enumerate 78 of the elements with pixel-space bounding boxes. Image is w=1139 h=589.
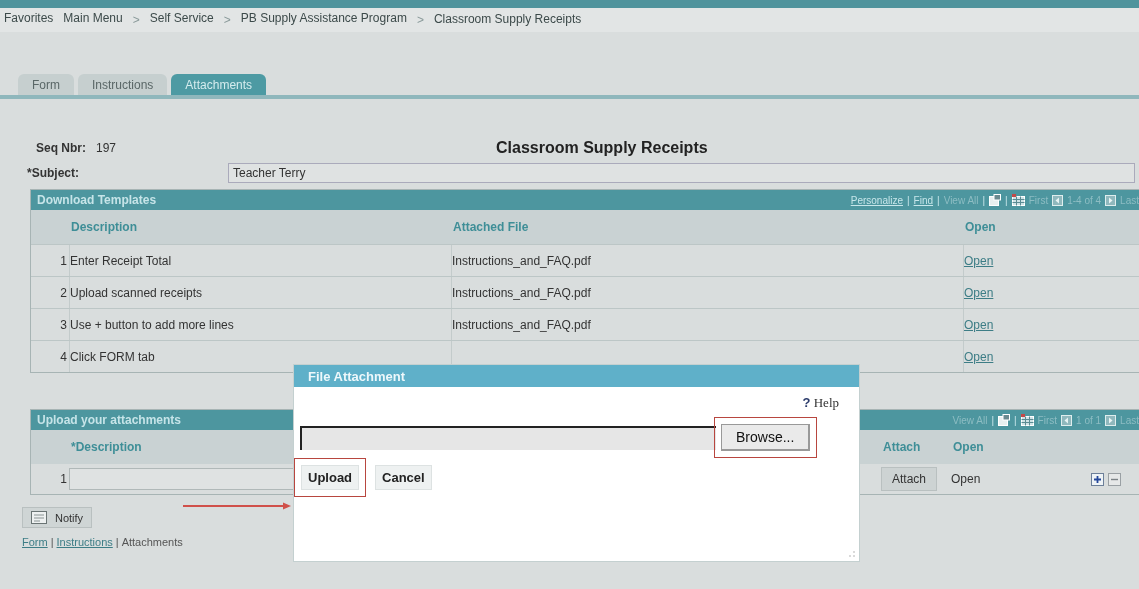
open-link[interactable]: Open [964, 253, 994, 268]
table-cell: Click FORM tab [70, 349, 155, 364]
next-icon[interactable] [1105, 194, 1117, 206]
column-header: Attach [883, 440, 921, 454]
breadcrumb-separator: > [416, 13, 424, 27]
footer-link[interactable]: Attachments [121, 536, 183, 548]
zoom-icon[interactable] [989, 194, 1002, 206]
upload-button[interactable]: Upload [301, 465, 360, 490]
file-path-field[interactable] [300, 425, 716, 450]
next-icon[interactable] [1105, 414, 1117, 426]
column-header: *Description [71, 440, 142, 454]
breadcrumb-menu[interactable]: PB Supply Assistance Program [240, 11, 407, 29]
grid-nav-text: Last [1120, 194, 1139, 206]
row-number: 4 [60, 349, 67, 364]
dialog-title-bar: File Attachment [294, 365, 859, 387]
add-row-icon[interactable] [1091, 472, 1104, 486]
nav-separator: | [937, 194, 940, 206]
breadcrumb-separator: > [223, 13, 231, 27]
resize-grip-icon[interactable] [848, 550, 856, 558]
grid-nav-text: Last [1120, 414, 1139, 426]
breadcrumb-separator: > [132, 13, 140, 27]
grid-nav-text: First [1028, 194, 1049, 206]
tab[interactable]: Instructions [78, 74, 168, 95]
previous-icon[interactable] [1061, 414, 1073, 426]
footer-link[interactable]: Instructions [56, 536, 113, 548]
breadcrumb-menu[interactable]: Main Menu [63, 11, 123, 29]
table-cell: Upload scanned receipts [70, 285, 203, 300]
grid-nav-text: First [1037, 414, 1058, 426]
row-number: 1 [60, 472, 67, 486]
column-header: Description [71, 220, 137, 234]
help-link[interactable]: ? Help [802, 395, 839, 411]
grid-nav-text: View All [952, 414, 988, 426]
nav-separator: | [991, 414, 994, 426]
envelope-icon[interactable] [31, 511, 47, 524]
breadcrumb-menu[interactable]: Favorites [4, 11, 54, 29]
notify-button[interactable]: Notify [22, 507, 93, 528]
spreadsheet-icon[interactable] [1011, 194, 1025, 206]
nav-separator: | [982, 194, 986, 206]
table-cell: Open [951, 472, 981, 486]
grid-nav-text: 1 of 1 [1076, 414, 1102, 426]
footer-link[interactable]: Form [22, 536, 48, 548]
nav-separator: | [1014, 414, 1017, 426]
breadcrumb-menu[interactable]: Self Service [149, 11, 214, 29]
zoom-icon[interactable] [998, 414, 1010, 426]
column-header: Open [965, 220, 996, 234]
row-number: 3 [60, 317, 67, 332]
page-title: Classroom Supply Receipts [496, 139, 708, 157]
nav-separator: | [1005, 194, 1008, 206]
tab[interactable]: Form [18, 74, 74, 95]
field-label: *Subject: [27, 166, 80, 180]
breadcrumb-item[interactable]: Classroom Supply Receipts [433, 12, 582, 28]
table-cell: Instructions_and_FAQ.pdf [452, 285, 591, 300]
column-header: Open [953, 440, 984, 454]
row-number: 2 [60, 285, 67, 300]
table-cell: Use + button to add more lines [70, 317, 234, 332]
spreadsheet-icon[interactable] [1020, 414, 1034, 426]
row-number: 1 [60, 253, 67, 268]
column-header: Attached File [453, 220, 529, 234]
attach-button[interactable]: Attach [881, 467, 938, 491]
open-link[interactable]: Open [964, 349, 994, 364]
field-value: 197 [96, 141, 118, 155]
table-cell: Instructions_and_FAQ.pdf [452, 253, 591, 268]
open-link[interactable]: Open [964, 317, 994, 332]
grid-nav-text: 1-4 of 4 [1067, 194, 1102, 206]
grid-title: Upload your attachments [37, 413, 182, 427]
cancel-button[interactable]: Cancel [375, 465, 432, 490]
browse-button[interactable]: Browse... [721, 424, 811, 451]
field-label: Seq Nbr: [36, 141, 87, 155]
nav-separator: | [907, 194, 910, 206]
table-cell: Enter Receipt Total [70, 253, 172, 268]
footer-separator: | [50, 536, 54, 548]
previous-icon[interactable] [1052, 194, 1064, 206]
open-link[interactable]: Open [964, 285, 994, 300]
table-cell: Instructions_and_FAQ.pdf [452, 317, 591, 332]
grid-nav-text: View All [943, 194, 979, 206]
subject-field[interactable]: Teacher Terry [228, 163, 1135, 183]
grid-title: Download Templates [37, 193, 157, 207]
footer-separator: | [115, 536, 119, 548]
